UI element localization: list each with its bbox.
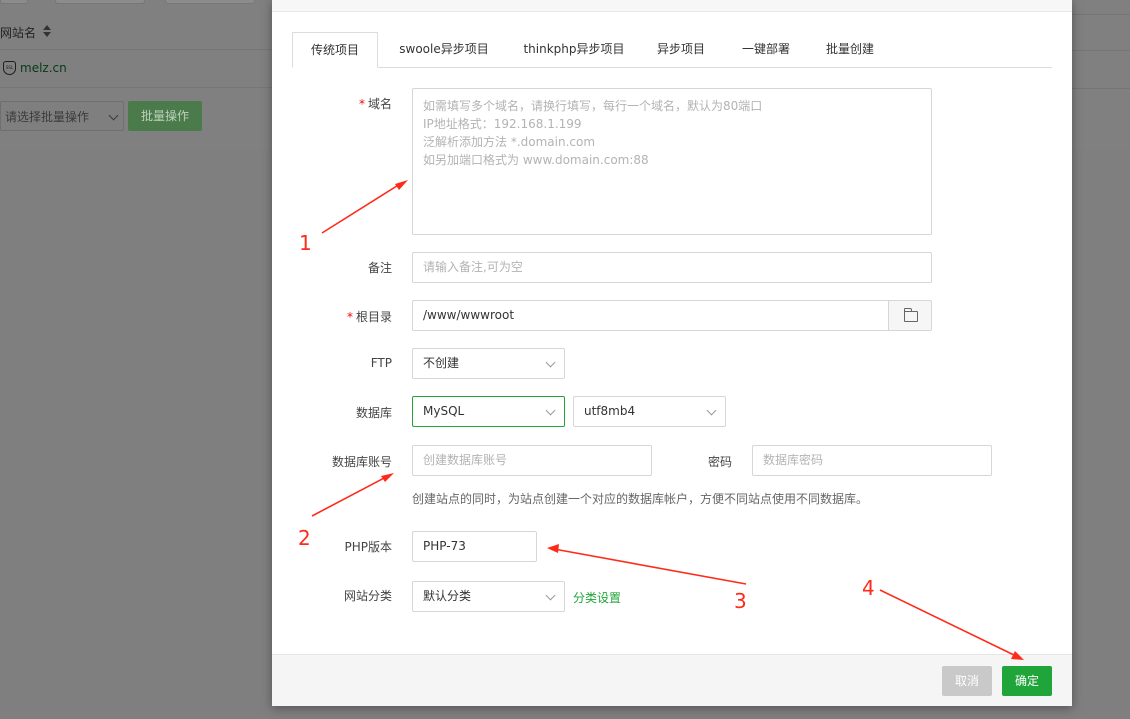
arrow-head-2: [381, 473, 394, 482]
annotation-label-2: 2: [298, 526, 311, 550]
annotation-label-1: 1: [299, 231, 312, 255]
arrow-head-3: [547, 544, 559, 553]
annotation-arrows: [311, 180, 1024, 660]
annotation-arrow-4: [879, 589, 1017, 657]
annotation-arrow-3: [553, 548, 747, 585]
annotation-arrow-1: [321, 183, 401, 234]
annotation-arrow-2: [311, 476, 387, 517]
arrow-head-1: [395, 180, 408, 190]
arrow-head-4: [1011, 651, 1024, 660]
annotation-label-3: 3: [734, 589, 747, 613]
annotation-label-4: 4: [862, 576, 875, 600]
